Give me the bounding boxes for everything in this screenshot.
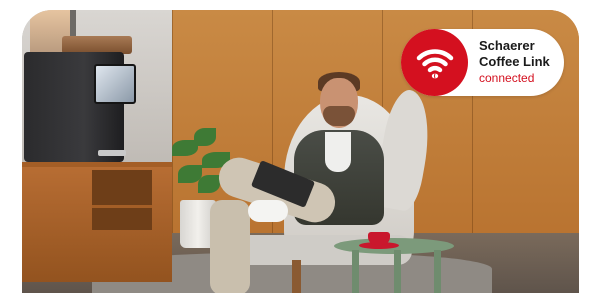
- coffee-cup: [368, 232, 390, 245]
- armchair-leg: [292, 260, 301, 293]
- sideboard-shelf: [92, 170, 152, 230]
- side-table-leg: [434, 250, 441, 293]
- plant-leaf: [198, 175, 220, 193]
- badge-brand-line2: Coffee Link: [479, 54, 550, 69]
- man-shin: [210, 200, 250, 293]
- side-table-leg: [394, 250, 401, 293]
- badge-icon-circle: [401, 29, 468, 96]
- man-shirt: [325, 132, 351, 172]
- badge-text: Schaerer Coffee Link connected: [479, 38, 550, 86]
- machine-screen: [94, 64, 136, 104]
- machine-logo: [98, 150, 126, 156]
- man-shoe: [248, 200, 288, 222]
- man-beard: [323, 106, 355, 126]
- badge-brand-line1: Schaerer: [479, 38, 535, 53]
- plant-leaf: [194, 128, 216, 146]
- coffee-link-badge: Schaerer Coffee Link connected: [401, 29, 564, 96]
- wifi-icon: [416, 48, 453, 78]
- side-table-leg: [352, 250, 359, 293]
- connection-status: connected: [479, 71, 535, 85]
- sideboard-shelf-divider: [92, 205, 152, 208]
